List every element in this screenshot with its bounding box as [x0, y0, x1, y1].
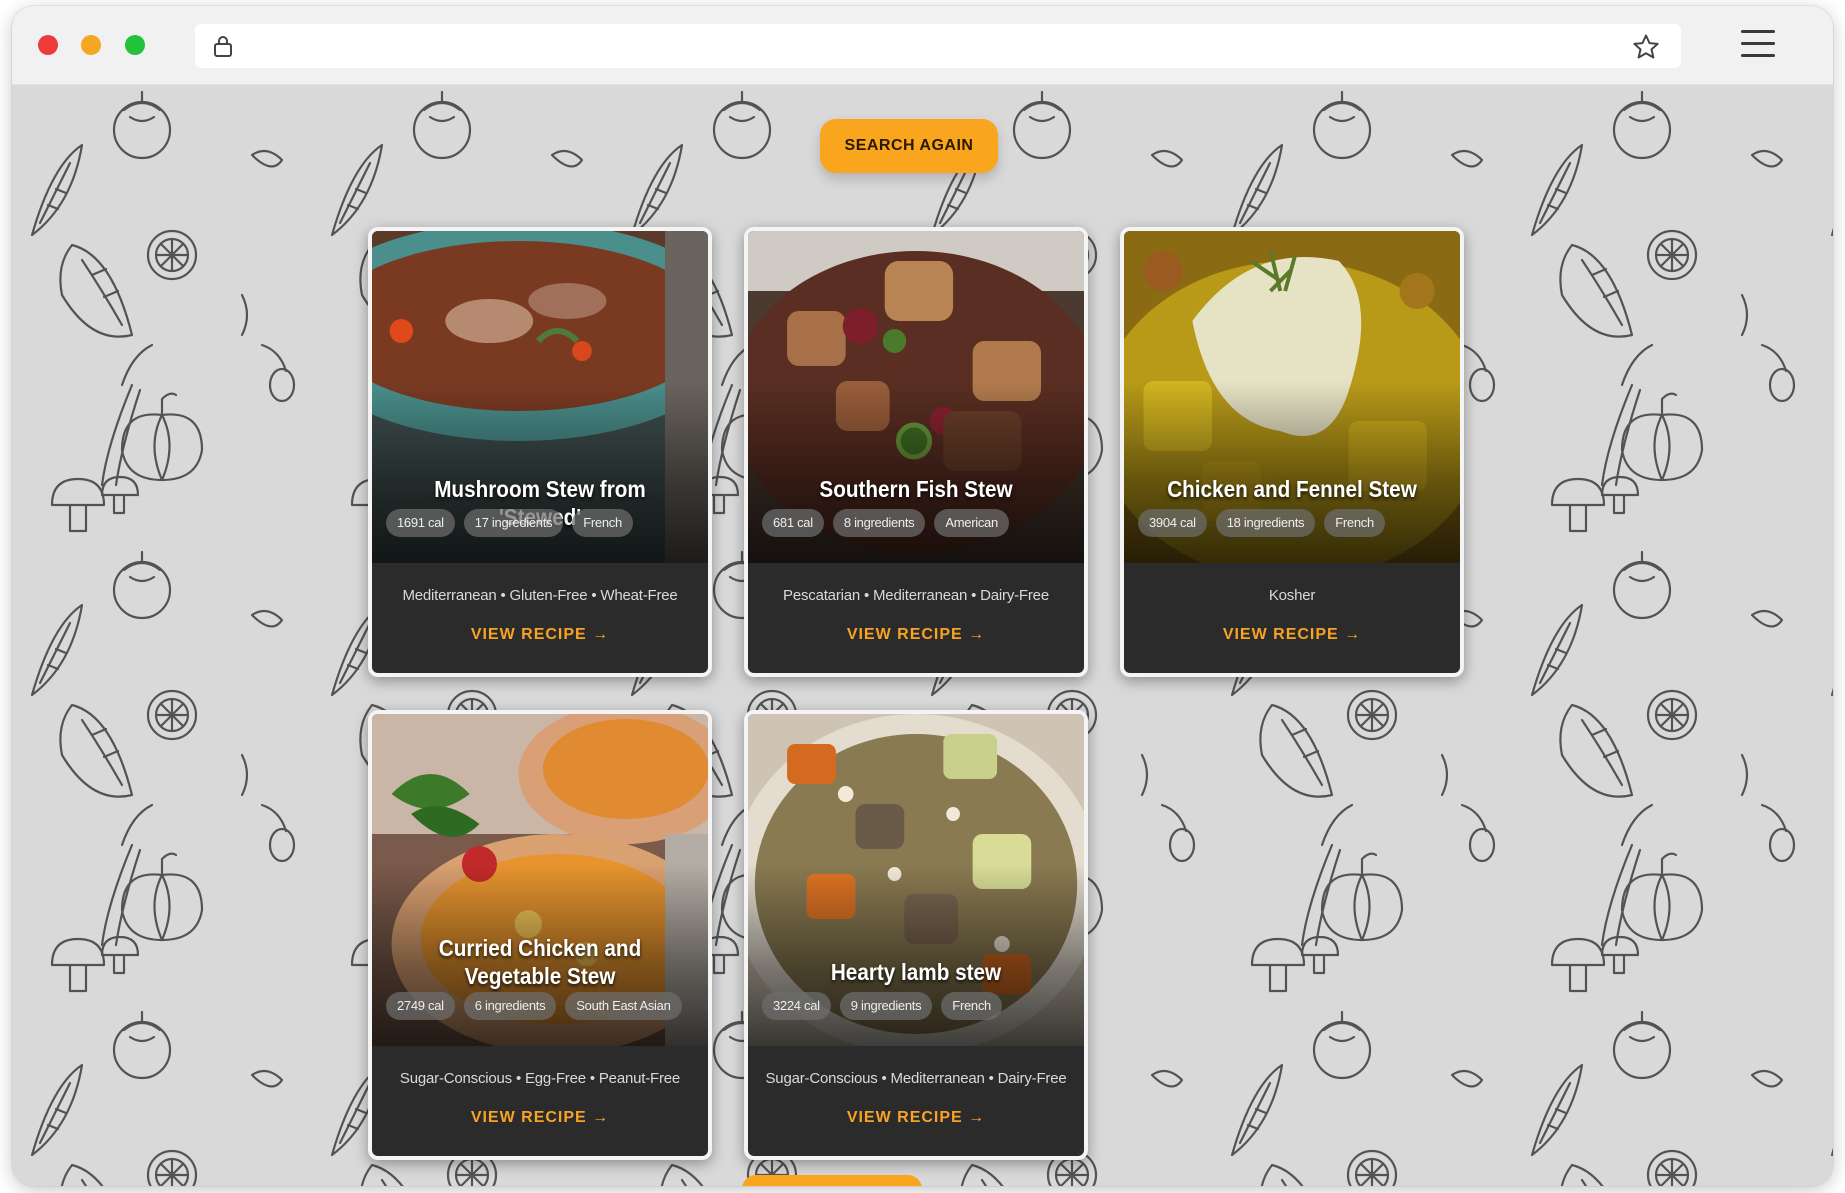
recipe-card[interactable]: Southern Fish Stew 681 cal 8 ingredients…	[744, 227, 1088, 677]
diet-labels: Sugar-Conscious • Mediterranean • Dairy-…	[765, 1070, 1067, 1087]
cuisine-chip: South East Asian	[565, 992, 682, 1020]
recipe-card[interactable]: Curried Chicken and Vegetable Stew 2749 …	[368, 710, 712, 1160]
cuisine-chip: French	[572, 509, 633, 537]
diet-labels: Mediterranean • Gluten-Free • Wheat-Free	[402, 587, 678, 604]
recipe-card[interactable]: Hearty lamb stew 3224 cal 9 ingredients …	[744, 710, 1088, 1160]
recipe-chips: 3224 cal 9 ingredients French	[762, 992, 1074, 1020]
search-again-button[interactable]: SEARCH AGAIN	[820, 119, 998, 173]
view-recipe-link[interactable]: VIEW RECIPE →	[372, 1109, 708, 1127]
cuisine-chip: French	[1324, 509, 1385, 537]
minimize-window-button[interactable]	[81, 35, 101, 55]
page-viewport: SEARCH AGAIN Mushroom Stew from 'S	[12, 85, 1833, 1186]
ingredients-chip: 9 ingredients	[839, 992, 933, 1020]
ingredients-chip: 6 ingredients	[463, 992, 557, 1020]
recipe-title: Hearty lamb stew	[830, 959, 1002, 985]
recipe-title: Chicken and Fennel Stew	[1167, 476, 1417, 502]
bottom-button-partial[interactable]	[742, 1175, 922, 1186]
ingredients-chip: 8 ingredients	[832, 509, 926, 537]
calories-chip: 681 cal	[762, 509, 824, 537]
recipe-card[interactable]: Mushroom Stew from 'Stewed' 1691 cal 17 …	[368, 227, 712, 677]
recipe-card[interactable]: Chicken and Fennel Stew 3904 cal 18 ingr…	[1120, 227, 1464, 677]
browser-window: SEARCH AGAIN Mushroom Stew from 'S	[12, 6, 1833, 1186]
view-recipe-link[interactable]: VIEW RECIPE →	[748, 1109, 1084, 1127]
view-recipe-link[interactable]: VIEW RECIPE →	[1124, 626, 1460, 644]
close-window-button[interactable]	[38, 35, 58, 55]
recipe-title: Curried Chicken and Vegetable Stew	[438, 935, 642, 989]
diet-labels: Kosher	[1268, 587, 1316, 604]
recipe-chips: 1691 cal 17 ingredients French	[386, 509, 698, 537]
calories-chip: 2749 cal	[386, 992, 455, 1020]
address-bar[interactable]	[195, 24, 1681, 68]
ingredients-chip: 18 ingredients	[1215, 509, 1316, 537]
recipe-chips: 3904 cal 18 ingredients French	[1138, 509, 1450, 537]
diet-labels: Sugar-Conscious • Egg-Free • Peanut-Free	[399, 1070, 681, 1087]
recipe-chips: 681 cal 8 ingredients American	[762, 509, 1074, 537]
view-recipe-link[interactable]: VIEW RECIPE →	[372, 626, 708, 644]
calories-chip: 3224 cal	[762, 992, 831, 1020]
cuisine-chip: French	[941, 992, 1002, 1020]
view-recipe-link[interactable]: VIEW RECIPE →	[748, 626, 1084, 644]
diet-labels: Pescatarian • Mediterranean • Dairy-Free	[783, 587, 1049, 604]
recipe-title: Southern Fish Stew	[819, 476, 1013, 502]
lock-icon	[214, 36, 232, 57]
browser-toolbar	[12, 6, 1833, 85]
star-icon[interactable]	[1631, 32, 1661, 62]
cuisine-chip: American	[934, 509, 1009, 537]
maximize-window-button[interactable]	[125, 35, 145, 55]
hamburger-menu-icon[interactable]	[1741, 30, 1777, 62]
recipe-chips: 2749 cal 6 ingredients South East Asian	[386, 992, 698, 1020]
ingredients-chip: 17 ingredients	[463, 509, 564, 537]
calories-chip: 1691 cal	[386, 509, 455, 537]
calories-chip: 3904 cal	[1138, 509, 1207, 537]
